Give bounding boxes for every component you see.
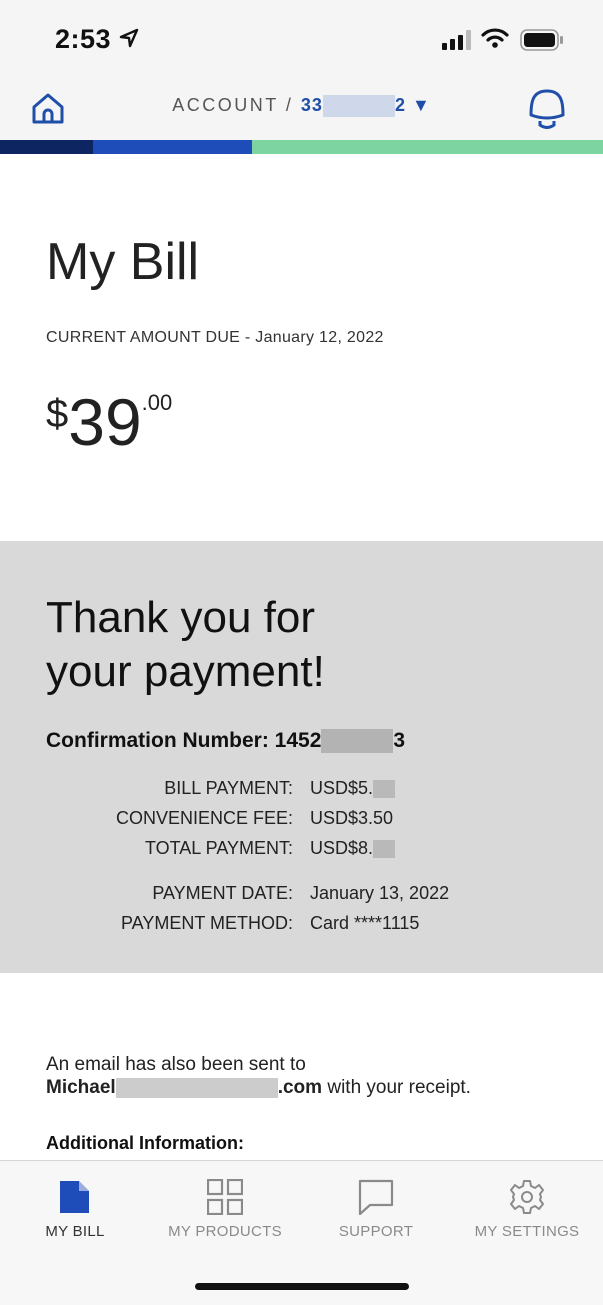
redacted-amount xyxy=(373,840,396,859)
redacted-amount xyxy=(373,780,396,799)
account-label: ACCOUNT / xyxy=(172,95,294,115)
currency-symbol: $ xyxy=(46,392,69,436)
amount-due: $39.00 xyxy=(46,384,172,460)
redacted-confirmation-digits xyxy=(321,729,394,754)
redacted-email xyxy=(115,1077,278,1098)
clock: 2:53 xyxy=(55,24,112,54)
cellular-signal-icon xyxy=(442,30,471,50)
amount-whole: 39 xyxy=(68,385,142,459)
wifi-icon xyxy=(481,28,509,48)
gear-icon xyxy=(510,1180,544,1214)
header-color-stripe xyxy=(0,140,603,154)
payment-confirmation-panel: Thank you for your payment! Confirmation… xyxy=(0,541,603,973)
email-receipt-notice: An email has also been sent to Michael .c… xyxy=(46,1054,471,1098)
tab-my-bill[interactable]: MY BILL xyxy=(0,1161,150,1261)
thank-you-heading: Thank you for your payment! xyxy=(46,593,325,696)
stripe-segment-navy xyxy=(0,140,93,154)
account-number: 33 2 xyxy=(301,95,412,118)
stripe-segment-blue xyxy=(93,140,252,154)
chat-bubble-icon xyxy=(358,1179,394,1215)
notification-bell-icon[interactable] xyxy=(526,85,568,133)
additional-information-heading: Additional Information: xyxy=(46,1133,244,1153)
amount-cents: .00 xyxy=(141,390,173,415)
page-title: My Bill xyxy=(46,233,200,291)
location-arrow-icon xyxy=(119,28,139,48)
grid-icon xyxy=(207,1179,243,1215)
tab-my-products[interactable]: MY PRODUCTS xyxy=(150,1161,300,1261)
email-address: Michael .com xyxy=(46,1077,323,1098)
stripe-segment-green xyxy=(252,140,603,154)
document-icon xyxy=(60,1181,89,1213)
confirmation-number: Confirmation Number: 1452 3 xyxy=(46,729,406,754)
current-amount-due-label: CURRENT AMOUNT DUE - January 12, 2022 xyxy=(46,329,384,346)
app-header: ACCOUNT / 33 2 ▼ xyxy=(0,80,603,140)
home-indicator xyxy=(195,1283,409,1290)
battery-icon xyxy=(520,29,563,51)
tab-support[interactable]: SUPPORT xyxy=(301,1161,451,1261)
chevron-down-icon[interactable]: ▼ xyxy=(412,95,431,115)
tab-my-settings[interactable]: MY SETTINGS xyxy=(452,1161,602,1261)
status-bar: 2:53 xyxy=(0,0,603,80)
account-selector[interactable]: ACCOUNT / 33 2 ▼ xyxy=(0,95,603,118)
redacted-account-digits xyxy=(322,95,395,118)
